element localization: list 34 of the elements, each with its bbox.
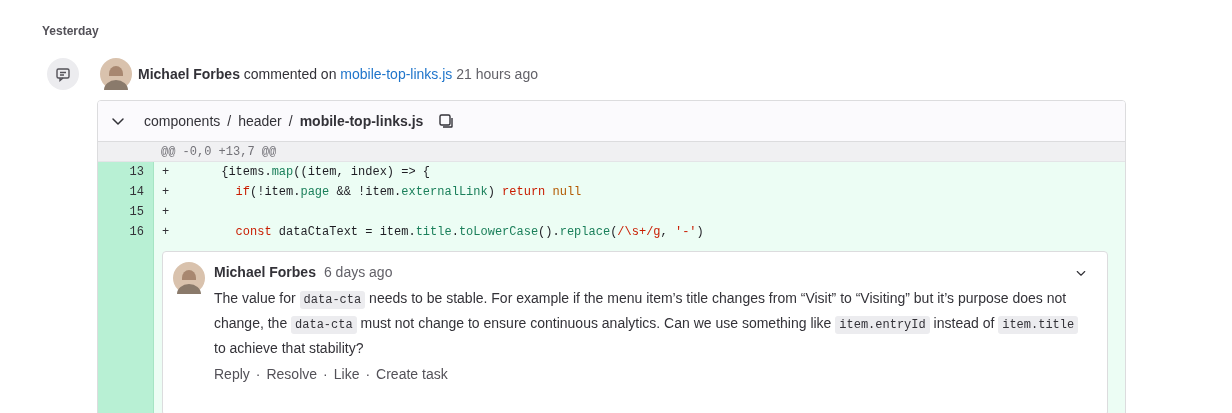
diff-sign: + (162, 184, 171, 201)
comment-action-link[interactable]: Reply (214, 364, 250, 385)
comment-time: 6 days ago (323, 263, 393, 282)
action-separator: · (365, 365, 371, 384)
event-summary: Michael Forbes commented on mobile-top-links.js 21 hours ago (138, 64, 538, 84)
path-label: header (238, 111, 282, 131)
code-line: const dataCtaText = item.title.toLowerCase().replace(/\s+/g, '-') (234, 224, 704, 241)
day-heading: Yesterday (42, 23, 100, 40)
line-number: 16 (129, 224, 144, 241)
hunk-header: @@ -0,0 +13,7 @@ (161, 143, 277, 161)
line-number: 13 (129, 164, 144, 181)
file-link[interactable]: mobile-top-links.js (340, 65, 453, 82)
code-line: {items.map((item, index) => { (220, 164, 431, 181)
comment-event-icon (47, 58, 79, 90)
path-separator: / (227, 111, 232, 131)
path-label: components (144, 111, 221, 131)
path-separator: / (288, 111, 293, 131)
code-line: if(!item.page && !item.externalLink) return null (234, 184, 582, 201)
action-separator: · (255, 365, 261, 384)
line-number: 15 (129, 204, 144, 221)
copy-icon[interactable] (438, 113, 455, 129)
diff-sign: + (162, 224, 171, 241)
avatar-icon (100, 58, 132, 90)
action-separator: · (323, 365, 328, 384)
comment-text: The value for data-cta needs to be stable. For example if the menu item’s title changes from “Visit” to “Visiting” but it’s purpose does not change, the data-cta must not change to ensure continuous analytics. Can we use something like item.entryId instead of item.title to achieve that stability? (214, 287, 1087, 360)
path-label: mobile-top-links.js (299, 111, 424, 131)
comment-author: Michael Forbes (214, 263, 316, 282)
comment-action-link[interactable]: Resolve (266, 364, 318, 385)
diff-sign: + (162, 204, 171, 221)
line-number: 14 (129, 184, 144, 201)
avatar-icon (173, 262, 205, 294)
comment-action-link[interactable]: Like (333, 364, 360, 385)
diff-sign: + (162, 164, 171, 181)
comment-action-link[interactable]: Create task (376, 364, 448, 385)
